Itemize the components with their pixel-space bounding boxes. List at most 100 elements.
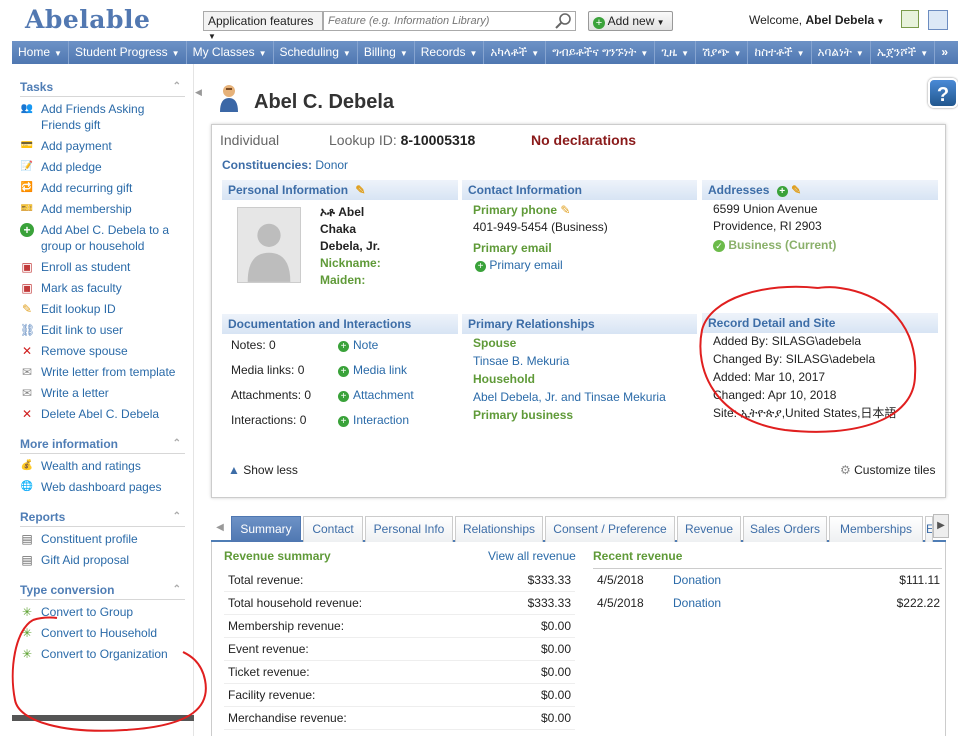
sidebar-item-add-pledge[interactable]: 📝 Add pledge	[12, 159, 193, 175]
top-bar: Abelable Application features ▼ + Add ne…	[0, 0, 958, 41]
sidebar-item-add-membership[interactable]: 🎫 Add membership	[12, 201, 193, 217]
sidebar-item-add-friends-asking-friends-gift[interactable]: 👥 Add Friends Asking Friends gift	[12, 101, 193, 133]
tab-revenue[interactable]: Revenue	[677, 516, 741, 542]
faculty-icon: ▣	[21, 281, 33, 295]
pencil-icon[interactable]: ✎	[560, 203, 570, 217]
help-icon[interactable]: ?	[928, 78, 958, 108]
nav-item-home[interactable]: Home ▼	[12, 41, 69, 64]
add-attachment-link[interactable]: + Attachment	[338, 387, 414, 404]
nav-item-records[interactable]: Records ▼	[415, 41, 485, 64]
sidebar-item-gift-aid-proposal[interactable]: ▤ Gift Aid proposal	[12, 552, 193, 568]
tile-primary-relationships[interactable]: Primary Relationships	[462, 314, 697, 334]
collapse-icon[interactable]: ⌃	[173, 436, 181, 452]
add-primary-email-link[interactable]: Primary email	[489, 258, 562, 272]
collapse-sidebar-icon[interactable]: ◀	[195, 87, 202, 98]
add-new-button[interactable]: + Add new ▼	[588, 11, 673, 31]
nav-item-11[interactable]: አባልነት ▼	[812, 41, 871, 64]
tile-record-detail[interactable]: Record Detail and Site	[702, 313, 938, 333]
sidebar-item-enroll-as-student[interactable]: ▣ Enroll as student	[12, 259, 193, 275]
plus-circle-icon: +	[593, 17, 605, 29]
view-all-revenue-link[interactable]: View all revenue	[488, 549, 576, 563]
sidebar-item-label: Convert to Group	[41, 605, 134, 619]
sidebar-section-more-information[interactable]: More information ⌃	[20, 436, 185, 454]
tile-personal-information[interactable]: Personal Information ✎	[222, 180, 458, 200]
sidebar-section-type-conversion[interactable]: Type conversion ⌃	[20, 582, 185, 600]
feature-search-input[interactable]	[323, 11, 576, 31]
sidebar-item-write-letter-from-template[interactable]: ✉ Write letter from template	[12, 364, 193, 380]
tab-e[interactable]: E	[925, 516, 933, 542]
tab-scroll-left-icon[interactable]: ◀	[211, 516, 229, 540]
sidebar-item-web-dashboard-pages[interactable]: 🌐 Web dashboard pages	[12, 479, 193, 495]
tab-memberships[interactable]: Memberships	[829, 516, 923, 542]
spreadsheet-icon[interactable]	[901, 10, 919, 28]
sidebar-item-add-payment[interactable]: 💳 Add payment	[12, 138, 193, 154]
pencil-icon[interactable]: ✎	[791, 183, 801, 197]
address-line2: Providence, RI 2903	[713, 219, 822, 233]
sidebar-item-convert-to-organization[interactable]: ✳ Convert to Organization	[12, 646, 193, 662]
nav-item-billing[interactable]: Billing ▼	[358, 41, 415, 64]
customize-tiles-link[interactable]: ⚙ Customize tiles	[840, 463, 935, 477]
nav-item-10[interactable]: ከስተቶች ▼	[748, 41, 812, 64]
welcome-user[interactable]: Welcome, Abel Debela ▼	[749, 13, 884, 27]
sidebar-item-convert-to-group[interactable]: ✳ Convert to Group	[12, 604, 193, 620]
constituencies-value[interactable]: Donor	[315, 158, 348, 172]
sidebar-item-delete-abel-c-debela[interactable]: ✕ Delete Abel C. Debela	[12, 406, 193, 422]
app-logo[interactable]: Abelable	[25, 5, 150, 34]
pencil-icon: ✎	[21, 302, 33, 316]
plus-circle-icon[interactable]: +	[776, 186, 788, 197]
collapse-icon[interactable]: ⌃	[173, 582, 181, 598]
household-link[interactable]: Abel Debela, Jr. and Tinsae Mekuria	[473, 388, 666, 406]
revenue-type-link[interactable]: Donation	[673, 592, 721, 615]
collapse-icon[interactable]: ⌃	[173, 509, 181, 525]
tab-personal-info[interactable]: Personal Info	[365, 516, 453, 542]
nav-item-student-progress[interactable]: Student Progress ▼	[69, 41, 187, 64]
sidebar-item-add-abel-c-debela-to-a-group-or-household[interactable]: + Add Abel C. Debela to a group or househ…	[12, 222, 193, 254]
nav-item-12[interactable]: ኤጀንሾች ▼	[871, 41, 936, 64]
constituent-photo[interactable]	[237, 207, 301, 283]
tab-contact[interactable]: Contact	[303, 516, 363, 542]
sidebar-item-constituent-profile[interactable]: ▤ Constituent profile	[12, 531, 193, 547]
add-interaction-link[interactable]: + Interaction	[338, 412, 409, 429]
tile-documentation[interactable]: Documentation and Interactions	[222, 314, 458, 334]
sidebar-item-edit-lookup-id[interactable]: ✎ Edit lookup ID	[12, 301, 193, 317]
tile-contact-information[interactable]: Contact Information	[462, 180, 697, 200]
revenue-amount: $0.00	[540, 619, 571, 633]
sidebar-item-write-a-letter[interactable]: ✉ Write a letter	[12, 385, 193, 401]
sidebar-item-convert-to-household[interactable]: ✳ Convert to Household	[12, 625, 193, 641]
tab-summary[interactable]: Summary	[231, 516, 301, 542]
nav-item-7[interactable]: ግብይቶችና ግንኙነት ▼	[546, 41, 656, 64]
nav-item-8[interactable]: ጊዜ ▼	[655, 41, 697, 64]
wealth-icon: 💰	[20, 460, 34, 471]
person-settings-icon[interactable]	[928, 10, 948, 30]
sidebar-section-tasks[interactable]: Tasks ⌃	[20, 79, 185, 97]
sidebar-item-wealth-and-ratings[interactable]: 💰 Wealth and ratings	[12, 458, 193, 474]
revenue-summary-title: Revenue summary	[224, 549, 331, 563]
sidebar-item-mark-as-faculty[interactable]: ▣ Mark as faculty	[12, 280, 193, 296]
pencil-icon[interactable]: ✎	[355, 183, 365, 197]
sidebar-item-add-recurring-gift[interactable]: 🔁 Add recurring gift	[12, 180, 193, 196]
add-media-link-link[interactable]: + Media link	[338, 362, 407, 379]
sidebar-scrollbar[interactable]	[12, 715, 194, 721]
search-icon[interactable]	[552, 12, 574, 30]
tile-addresses[interactable]: Addresses + ✎	[702, 180, 938, 200]
collapse-icon[interactable]: ⌃	[173, 79, 181, 95]
sidebar-item-edit-link-to-user[interactable]: ⛓ Edit link to user	[12, 322, 193, 338]
nav-item-scheduling[interactable]: Scheduling ▼	[274, 41, 358, 64]
show-less-link[interactable]: ▲ Show less	[228, 463, 298, 477]
spouse-link[interactable]: Tinsae B. Mekuria	[473, 352, 666, 370]
sidebar-section-reports[interactable]: Reports ⌃	[20, 509, 185, 527]
revenue-type-link[interactable]: Donation	[673, 569, 721, 592]
sidebar-splitter[interactable]: ◀	[194, 64, 210, 736]
declarations-status: No declarations	[531, 132, 637, 148]
add-note-link[interactable]: + Note	[338, 337, 378, 354]
feature-scope-select[interactable]: Application features ▼	[203, 11, 323, 41]
tab-sales-orders[interactable]: Sales Orders	[743, 516, 827, 542]
nav-item-6[interactable]: አካላቶች ▼	[484, 41, 547, 64]
tab-consent-preference[interactable]: Consent / Preference	[545, 516, 675, 542]
tab-scroll-right-icon[interactable]: ▶	[933, 514, 949, 538]
tab-relationships[interactable]: Relationships	[455, 516, 543, 542]
nav-item-9[interactable]: ሽያጭ ▼	[696, 41, 749, 64]
sidebar-item-remove-spouse[interactable]: ✕ Remove spouse	[12, 343, 193, 359]
nav-item-my-classes[interactable]: My Classes ▼	[187, 41, 274, 64]
nav-more-icon[interactable]: »	[941, 41, 948, 64]
